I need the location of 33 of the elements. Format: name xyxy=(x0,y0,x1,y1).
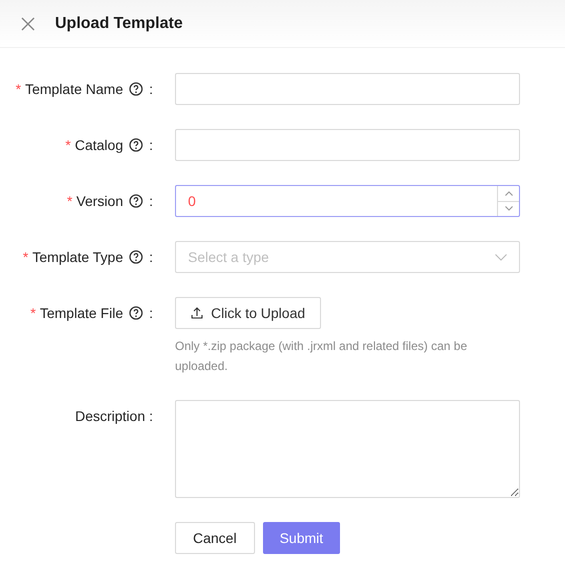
submit-button[interactable]: Submit xyxy=(262,522,340,554)
field-value: 0 xyxy=(187,192,197,210)
required-mark: * xyxy=(30,304,36,322)
field-label: Catalog xyxy=(74,136,124,155)
text-field[interactable] xyxy=(175,129,520,161)
label-colon: : xyxy=(149,136,153,154)
chevron-up-icon[interactable] xyxy=(504,190,512,196)
upload-hint: Only *.zip package (with .jrxml and related files) can be uploaded. xyxy=(175,338,468,375)
field-label: Description xyxy=(75,406,146,426)
text-field[interactable] xyxy=(175,73,520,105)
required-mark: * xyxy=(66,192,72,210)
label-colon: : xyxy=(149,406,153,426)
label-colon: : xyxy=(149,192,153,210)
cancel-button[interactable]: Cancel xyxy=(175,522,255,554)
dialog-title: Upload Template xyxy=(55,14,183,34)
required-mark: * xyxy=(22,248,28,266)
field-label: Template File xyxy=(40,304,124,323)
chevron-down-icon xyxy=(495,254,507,260)
field-label: Template Name xyxy=(25,80,124,99)
required-mark: * xyxy=(16,80,22,98)
chevron-down-icon[interactable] xyxy=(504,206,512,212)
number-field[interactable]: 0 xyxy=(175,185,520,217)
label-colon: : xyxy=(149,80,153,98)
required-mark: * xyxy=(65,136,71,154)
upload-icon xyxy=(191,307,203,319)
description-field[interactable] xyxy=(175,400,520,498)
label-colon: : xyxy=(149,248,153,266)
close-icon[interactable] xyxy=(21,16,35,30)
upload-button[interactable]: Click to Upload xyxy=(175,297,322,329)
type-select[interactable]: Select a type xyxy=(175,241,520,273)
field-label: Version xyxy=(76,192,124,210)
label-colon: : xyxy=(149,304,153,322)
field-label: Template Type xyxy=(32,248,124,267)
